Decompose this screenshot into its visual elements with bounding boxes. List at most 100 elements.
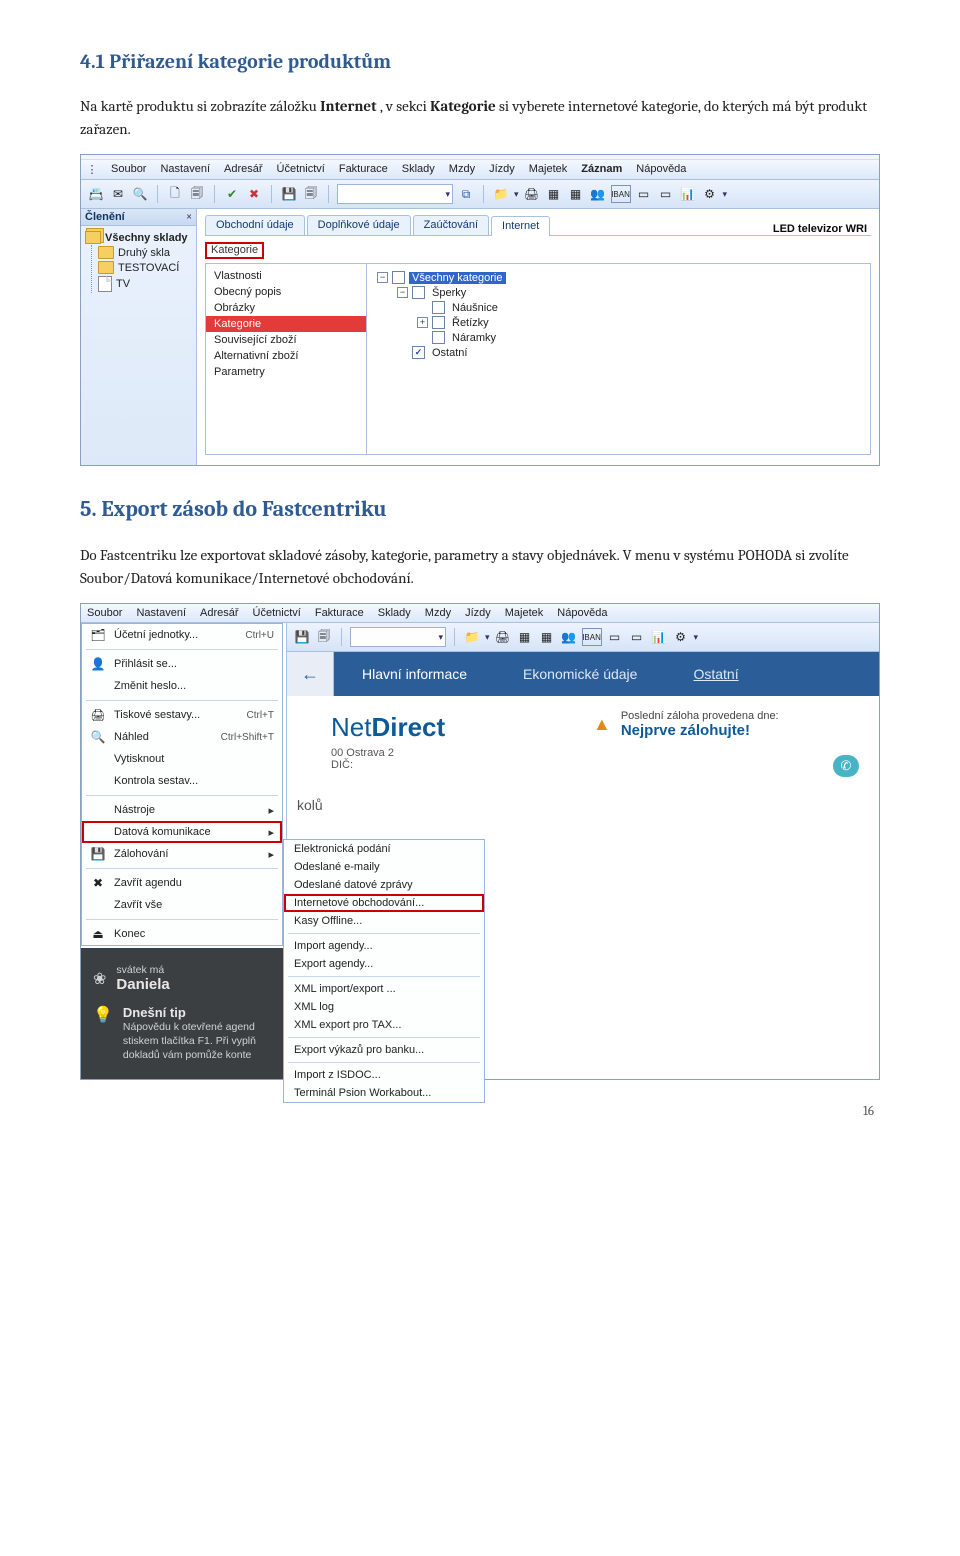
- submenu-item[interactable]: Import agendy...: [284, 937, 484, 955]
- menu-item[interactable]: ✖Zavřít agendu: [82, 872, 282, 894]
- checkbox[interactable]: [432, 316, 445, 329]
- toolbar-icon[interactable]: 📇: [87, 185, 105, 203]
- submenu-item[interactable]: XML log: [284, 998, 484, 1016]
- list-item-selected[interactable]: Kategorie: [206, 316, 366, 332]
- list-item[interactable]: Související zboží: [206, 332, 366, 348]
- phone-badge[interactable]: ✆: [833, 755, 859, 777]
- menu-item[interactable]: 💾Zálohování▸: [82, 843, 282, 865]
- tab-doplnkove[interactable]: Doplňkové údaje: [307, 215, 411, 235]
- menubar[interactable]: Soubor Nastavení Adresář Účetnictví Fakt…: [81, 604, 879, 623]
- toolbar-icon[interactable]: 👥: [560, 628, 578, 646]
- tab-obchodni[interactable]: Obchodní údaje: [205, 215, 305, 235]
- toolbar-icon[interactable]: 📊: [650, 628, 668, 646]
- toolbar-icon[interactable]: 👥: [589, 185, 607, 203]
- toolbar-icon[interactable]: ▭: [657, 185, 675, 203]
- menu-adresar[interactable]: Adresář: [224, 163, 263, 176]
- menu-napoveda[interactable]: Nápověda: [636, 163, 686, 176]
- menu-nastaveni[interactable]: Nastavení: [160, 163, 210, 176]
- menu-napoveda[interactable]: Nápověda: [557, 607, 607, 619]
- list-item[interactable]: Vlastnosti: [206, 268, 366, 284]
- list-item[interactable]: Parametry: [206, 364, 366, 380]
- menu-fakturace[interactable]: Fakturace: [339, 163, 388, 176]
- categories-tree[interactable]: − Všechny kategorie − Šperky Náušnice +Ř…: [367, 264, 870, 454]
- folder-icon[interactable]: 📁: [463, 628, 481, 646]
- tree-node[interactable]: Šperky: [429, 287, 469, 299]
- menu-mzdy[interactable]: Mzdy: [425, 607, 451, 619]
- checkbox[interactable]: [432, 301, 445, 314]
- toolbar-icon[interactable]: ▭: [606, 628, 624, 646]
- toolbar-combo[interactable]: [337, 184, 453, 204]
- submenu-item[interactable]: Internetové obchodování...: [284, 894, 484, 912]
- menu-jizdy[interactable]: Jízdy: [489, 163, 515, 176]
- toolbar-icon[interactable]: ⧉: [457, 185, 475, 203]
- tree-item[interactable]: TESTOVACÍ: [118, 262, 179, 274]
- toolbar-icon[interactable]: 📊: [679, 185, 697, 203]
- list-item[interactable]: Obrázky: [206, 300, 366, 316]
- submenu-item[interactable]: XML import/export ...: [284, 980, 484, 998]
- tree-node[interactable]: Ostatní: [429, 347, 470, 359]
- menu-fakturace[interactable]: Fakturace: [315, 607, 364, 619]
- toolbar-icon[interactable]: ✉: [109, 185, 127, 203]
- list-item[interactable]: Alternativní zboží: [206, 348, 366, 364]
- checkbox[interactable]: [412, 286, 425, 299]
- submenu-item[interactable]: Kasy Offline...: [284, 912, 484, 930]
- tree-root-all[interactable]: Všechny kategorie: [409, 272, 506, 284]
- submenu-item[interactable]: XML export pro TAX...: [284, 1016, 484, 1034]
- menu-majetek[interactable]: Majetek: [529, 163, 568, 176]
- menu-item[interactable]: 🗂Účetní jednotky...Ctrl+U: [82, 624, 282, 646]
- toolbar-icon[interactable]: 🗐: [302, 185, 320, 203]
- toolbar-combo[interactable]: [350, 627, 446, 647]
- menu-adresar[interactable]: Adresář: [200, 607, 239, 619]
- check-icon[interactable]: ✔: [223, 185, 241, 203]
- save-icon[interactable]: 💾: [280, 185, 298, 203]
- grid-icon[interactable]: ▦: [538, 628, 556, 646]
- menu-item[interactable]: Vytisknout: [82, 748, 282, 770]
- file-menu-dropdown[interactable]: 🗂Účetní jednotky...Ctrl+U 👤Přihlásit se..…: [81, 623, 283, 946]
- menu-item[interactable]: Nástroje▸: [82, 799, 282, 821]
- menu-mzdy[interactable]: Mzdy: [449, 163, 475, 176]
- grid-icon[interactable]: ▦: [567, 185, 585, 203]
- submenu-item[interactable]: Odeslané e-maily: [284, 858, 484, 876]
- tree-item[interactable]: TV: [116, 278, 130, 290]
- checkbox[interactable]: [432, 331, 445, 344]
- expander-icon[interactable]: −: [397, 287, 408, 298]
- menu-item[interactable]: 👤Přihlásit se...: [82, 653, 282, 675]
- tab-ostatni[interactable]: Ostatní: [665, 652, 766, 696]
- menu-ucetnictvi[interactable]: Účetnictví: [277, 163, 325, 176]
- cancel-icon[interactable]: ✖: [245, 185, 263, 203]
- menu-item[interactable]: 🔍NáhledCtrl+Shift+T: [82, 726, 282, 748]
- close-icon[interactable]: ×: [186, 212, 192, 223]
- toolbar-icon[interactable]: ⚙: [672, 628, 690, 646]
- expander-icon[interactable]: +: [417, 317, 428, 328]
- menu-zaznam[interactable]: Záznam: [581, 163, 622, 176]
- submenu-item[interactable]: Export výkazů pro banku...: [284, 1041, 484, 1059]
- menu-item[interactable]: Kontrola sestav...: [82, 770, 282, 792]
- print-icon[interactable]: 🖨: [494, 628, 512, 646]
- iban-icon[interactable]: IBAN: [582, 628, 602, 646]
- submenu-item[interactable]: Elektronická podání: [284, 840, 484, 858]
- grid-icon[interactable]: ▦: [545, 185, 563, 203]
- menu-majetek[interactable]: Majetek: [505, 607, 544, 619]
- toolbar-icon[interactable]: 🗐: [315, 628, 333, 646]
- menu-sklady[interactable]: Sklady: [402, 163, 435, 176]
- menu-soubor[interactable]: Soubor: [111, 163, 146, 176]
- menu-ucetnictvi[interactable]: Účetnictví: [253, 607, 301, 619]
- toolbar-icon[interactable]: ▭: [628, 628, 646, 646]
- save-icon[interactable]: 💾: [293, 628, 311, 646]
- tab-zauctovani[interactable]: Zaúčtování: [413, 215, 489, 235]
- tab-internet[interactable]: Internet: [491, 216, 550, 236]
- menu-item[interactable]: Zavřít vše: [82, 894, 282, 916]
- folder-icon[interactable]: 📁: [492, 185, 510, 203]
- menu-soubor[interactable]: Soubor: [87, 607, 122, 619]
- menu-sklady[interactable]: Sklady: [378, 607, 411, 619]
- tree-node[interactable]: Náramky: [449, 332, 499, 344]
- menu-item[interactable]: Změnit heslo...: [82, 675, 282, 697]
- menu-jizdy[interactable]: Jízdy: [465, 607, 491, 619]
- tab-ekonomicke-udaje[interactable]: Ekonomické údaje: [495, 652, 665, 696]
- submenu-item[interactable]: Terminál Psion Workabout...: [284, 1084, 484, 1102]
- menu-item[interactable]: ⏏Konec: [82, 923, 282, 945]
- new-doc-icon[interactable]: 🗋: [166, 185, 184, 203]
- stores-tree[interactable]: Všechny sklady Druhý skla TESTOVACÍ TV: [81, 226, 196, 303]
- checkbox-checked[interactable]: [412, 346, 425, 359]
- expander-icon[interactable]: −: [377, 272, 388, 283]
